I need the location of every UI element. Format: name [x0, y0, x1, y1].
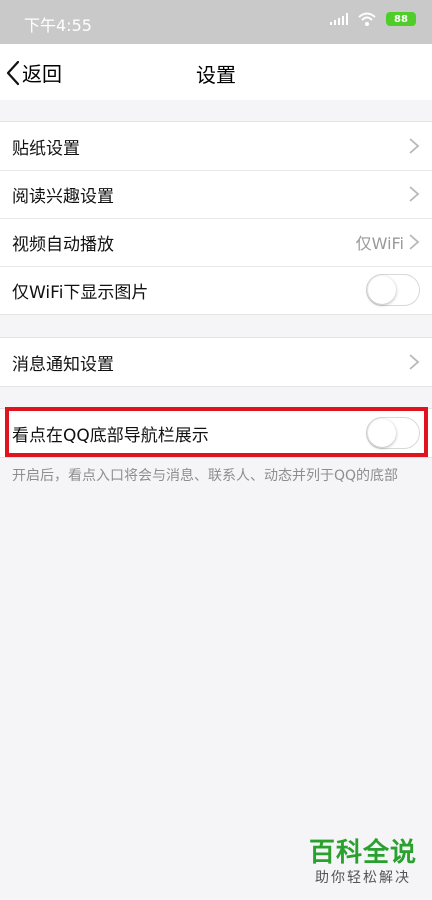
row-label: 消息通知设置 — [12, 354, 114, 375]
chevron-right-icon — [409, 354, 420, 370]
page-title: 设置 — [196, 63, 236, 87]
battery-icon: 88 — [386, 12, 416, 26]
status-bar: 下午4:55 88 — [0, 0, 432, 44]
signal-icon — [330, 13, 348, 25]
row-label: 贴纸设置 — [12, 138, 80, 159]
nav-bar: 返回 设置 — [0, 44, 432, 100]
row-label: 视频自动播放 — [12, 234, 114, 255]
settings-group-general: 贴纸设置 阅读兴趣设置 视频自动播放 仅WiFi 仅WiFi下显示图片 — [0, 121, 432, 315]
chevron-right-icon — [409, 186, 420, 202]
kandian-navbar-toggle[interactable] — [366, 417, 420, 449]
row-wifi-only-images: 仅WiFi下显示图片 — [0, 266, 432, 314]
row-label: 仅WiFi下显示图片 — [12, 282, 149, 303]
chevron-right-icon — [409, 138, 420, 154]
wifi-images-toggle[interactable] — [366, 274, 420, 306]
row-video-autoplay[interactable]: 视频自动播放 仅WiFi — [0, 218, 432, 266]
row-kandian-navbar: 看点在QQ底部导航栏展示 — [0, 409, 432, 457]
chevron-right-icon — [409, 234, 420, 250]
watermark-title: 百科全说 — [308, 838, 417, 868]
status-icons: 88 — [330, 12, 416, 26]
row-label: 阅读兴趣设置 — [12, 186, 114, 207]
toggle-knob — [368, 419, 396, 447]
settings-group-kandian: 看点在QQ底部导航栏展示 — [0, 408, 432, 458]
wifi-icon — [358, 12, 376, 26]
toggle-knob — [368, 276, 396, 304]
watermark-logo: 百科全说 助你轻松解决 — [304, 838, 422, 892]
settings-group-notifications: 消息通知设置 — [0, 337, 432, 387]
row-sticker-settings[interactable]: 贴纸设置 — [0, 122, 432, 170]
kandian-caption: 开启后，看点入口将会与消息、联系人、动态并列于QQ的底部 — [12, 468, 399, 484]
status-time: 下午4:55 — [24, 16, 92, 35]
row-value: 仅WiFi — [355, 234, 404, 253]
row-label: 看点在QQ底部导航栏展示 — [12, 425, 209, 446]
row-reading-interest[interactable]: 阅读兴趣设置 — [0, 170, 432, 218]
watermark-subtitle: 助你轻松解决 — [315, 870, 411, 886]
row-notification-settings[interactable]: 消息通知设置 — [0, 338, 432, 386]
